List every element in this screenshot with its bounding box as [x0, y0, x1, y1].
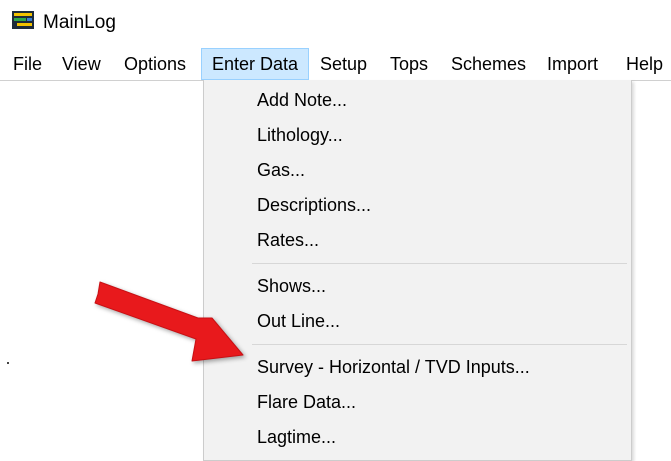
menu-item-add-note[interactable]: Add Note... [204, 83, 631, 118]
menu-item-out-line[interactable]: Out Line... [204, 304, 631, 339]
title-bar: MainLog [0, 0, 671, 44]
menu-item-gas[interactable]: Gas... [204, 153, 631, 188]
menu-item-flare-data[interactable]: Flare Data... [204, 385, 631, 420]
stray-dot [7, 362, 9, 364]
menu-item-rates[interactable]: Rates... [204, 223, 631, 258]
mainlog-app-icon [12, 11, 34, 29]
menu-item-lagtime[interactable]: Lagtime... [204, 420, 631, 455]
menu-help[interactable]: Help [616, 48, 671, 80]
window-title: MainLog [43, 12, 116, 33]
menu-options[interactable]: Options [114, 48, 196, 80]
enter-data-dropdown: Add Note... Lithology... Gas... Descript… [203, 80, 632, 461]
menu-file[interactable]: File [3, 48, 52, 80]
menu-import[interactable]: Import [537, 48, 608, 80]
menu-item-descriptions[interactable]: Descriptions... [204, 188, 631, 223]
menu-bar: File View Options Enter Data Setup Tops … [0, 48, 671, 81]
menu-item-survey-horizontal-tvd[interactable]: Survey - Horizontal / TVD Inputs... [204, 350, 631, 385]
menu-enter-data[interactable]: Enter Data [201, 48, 309, 80]
menu-item-lithology[interactable]: Lithology... [204, 118, 631, 153]
menu-separator [252, 263, 627, 264]
menu-item-shows[interactable]: Shows... [204, 269, 631, 304]
menu-schemes[interactable]: Schemes [441, 48, 536, 80]
menu-view[interactable]: View [52, 48, 111, 80]
menu-separator [252, 344, 627, 345]
menu-setup[interactable]: Setup [310, 48, 377, 80]
menu-tops[interactable]: Tops [380, 48, 438, 80]
